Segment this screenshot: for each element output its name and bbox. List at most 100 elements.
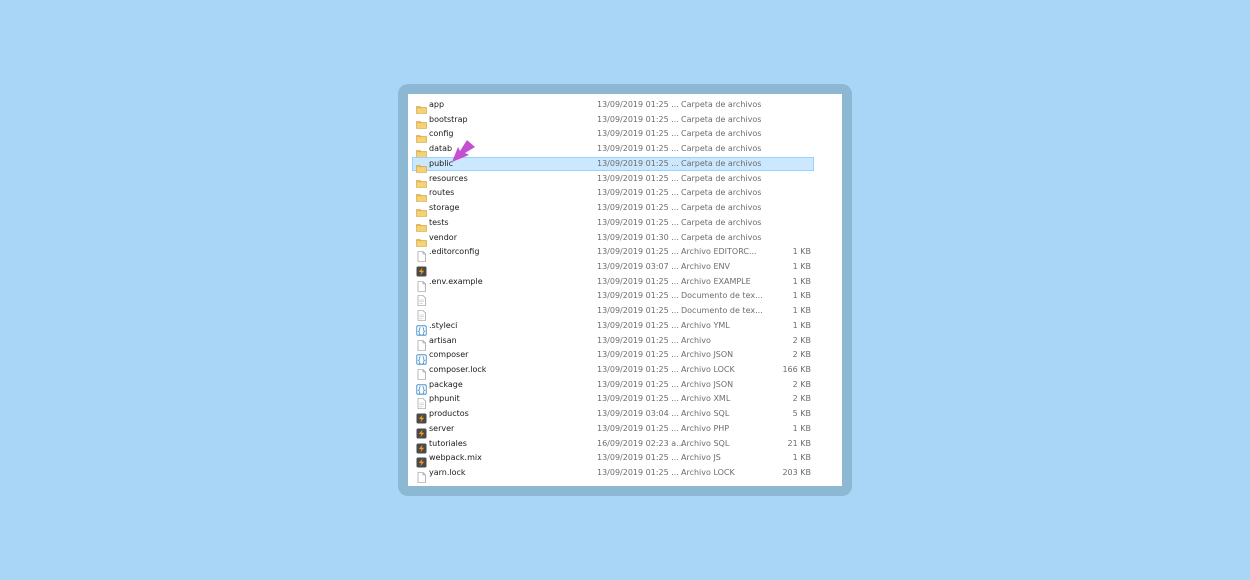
file-row[interactable]: 13/09/2019 01:25 ... Documento de tex... 1… [412,304,814,321]
file-name: artisan [429,335,457,345]
braces-icon: {} [416,350,427,365]
file-type: Archivo JS [681,453,721,463]
folder-icon [416,188,427,203]
file-date: 13/09/2019 01:25 ... [597,129,679,139]
file-row[interactable]: {} package 13/09/2019 01:25 ... Archivo JSO… [412,378,814,395]
folder-icon [416,233,427,247]
file-row[interactable]: vendor 13/09/2019 01:30 ... Carpeta de arc… [412,231,814,247]
file-row[interactable]: webpack.mix 13/09/2019 01:25 ... Archivo J… [412,451,814,468]
file-name: vendor [429,232,457,242]
file-type: Archivo [681,335,711,345]
file-row[interactable]: {} .styleci 13/09/2019 01:25 ... Archivo YM… [412,319,814,336]
file-date: 13/09/2019 01:25 ... [597,158,679,168]
folder-icon [416,100,427,114]
file-size: 2 KB [792,379,811,389]
file-name: storage [429,203,460,212]
file-date: 13/09/2019 01:25 ... [597,350,679,360]
file-name: productos [429,409,469,419]
file-icon [416,365,427,380]
file-name: app [429,100,445,109]
sublime-icon [416,262,427,277]
file-name: .env.example [429,276,483,286]
file-type: Carpeta de archivos [681,129,762,139]
file-type: Documento de tex... [681,291,763,301]
file-type: Carpeta de archivos [681,173,762,183]
folder-icon [416,174,427,188]
pointer-arrow-icon [452,140,475,162]
file-row[interactable]: 13/09/2019 03:07 ... Archivo ENV 1 KB [412,260,814,277]
file-date: 13/09/2019 01:25 ... [597,394,679,404]
file-size: 1 KB [792,261,811,271]
file-type: Carpeta de archivos [681,158,762,168]
text-file-icon [416,306,427,321]
file-row[interactable]: app 13/09/2019 01:25 ... Carpeta de archiv… [412,98,814,114]
file-date: 13/09/2019 01:25 ... [597,453,679,463]
file-date: 13/09/2019 03:04 ... [597,409,679,419]
file-size: 1 KB [792,291,811,301]
file-size: 1 KB [792,247,811,257]
file-type: Carpeta de archivos [681,100,762,109]
file-row[interactable]: 13/09/2019 01:25 ... Documento de tex... 1… [412,289,814,307]
sublime-icon [416,439,427,454]
file-name: .editorconfig [429,247,480,257]
file-date: 13/09/2019 01:25 ... [597,468,679,477]
file-type: Carpeta de archivos [681,114,762,124]
file-name: bootstrap [429,114,468,124]
file-row[interactable]: resources 13/09/2019 01:25 ... Carpeta de … [412,172,814,188]
file-row[interactable]: .editorconfig 13/09/2019 01:25 ... Archivo… [412,245,814,262]
file-size: 166 KB [782,365,811,374]
file-type: Archivo JSON [681,350,734,360]
file-date: 13/09/2019 01:25 ... [597,335,679,345]
file-row[interactable]: tutoriales 16/09/2019 02:23 a... Archivo S… [412,437,814,454]
file-size: 5 KB [792,409,811,419]
folder-icon [416,218,427,232]
file-type: Archivo LOCK [681,365,735,374]
file-date: 13/09/2019 01:25 ... [597,365,679,374]
sublime-icon [416,409,427,424]
file-date: 13/09/2019 01:25 ... [597,320,679,330]
file-row[interactable]: yarn.lock 13/09/2019 01:25 ... Archivo LOC… [412,466,814,483]
file-type: Archivo EXAMPLE [681,276,751,286]
file-size: 2 KB [792,335,811,345]
file-type: Archivo ENV [681,261,730,271]
text-file-icon [416,291,427,307]
file-date: 13/09/2019 01:25 ... [597,203,679,212]
braces-icon: {} [416,380,427,395]
file-type: Carpeta de archivos [681,203,762,212]
file-date: 13/09/2019 01:25 ... [597,144,679,154]
file-row[interactable]: bootstrap 13/09/2019 01:25 ... Carpeta de … [412,113,814,129]
file-row[interactable]: productos 13/09/2019 03:04 ... Archivo SQL… [412,407,814,424]
file-row[interactable]: routes 13/09/2019 01:25 ... Carpeta de arc… [412,186,814,203]
file-size: 1 KB [792,423,811,433]
file-row[interactable]: composer.lock 13/09/2019 01:25 ... Archivo… [412,363,814,380]
folder-icon [416,203,427,217]
file-row[interactable]: storage 13/09/2019 01:25 ... Carpeta de ar… [412,201,814,217]
file-date: 13/09/2019 01:25 ... [597,291,679,301]
file-date: 13/09/2019 01:25 ... [597,217,679,227]
file-row[interactable]: tests 13/09/2019 01:25 ... Carpeta de arch… [412,216,814,232]
file-type: Carpeta de archivos [681,232,762,242]
file-size: 2 KB [792,394,811,404]
sublime-icon [416,453,427,468]
file-name: package [429,379,463,389]
file-row[interactable]: {} composer 13/09/2019 01:25 ... Archivo JS… [412,348,814,365]
file-name: composer.lock [429,365,487,374]
file-type: Archivo SQL [681,409,730,419]
braces-icon: {} [416,321,427,336]
file-type: Carpeta de archivos [681,188,762,198]
file-size: 1 KB [792,276,811,286]
file-size: 1 KB [792,453,811,463]
file-name: tests [429,217,449,227]
file-name: resources [429,173,468,183]
file-name: routes [429,188,455,198]
file-size: 21 KB [787,438,811,448]
file-row[interactable]: .env.example 13/09/2019 01:25 ... Archivo … [412,275,814,292]
folder-icon [416,159,427,173]
file-row[interactable]: artisan 13/09/2019 01:25 ... Archivo 2 KB [412,334,814,351]
file-icon [416,247,427,262]
file-date: 16/09/2019 02:23 a... [597,438,684,448]
folder-icon [416,144,427,158]
file-row[interactable]: phpunit 13/09/2019 01:25 ... Archivo XML 2 … [412,392,814,410]
file-date: 13/09/2019 01:25 ... [597,379,679,389]
file-row[interactable]: server 13/09/2019 01:25 ... Archivo PHP 1 K… [412,422,814,439]
